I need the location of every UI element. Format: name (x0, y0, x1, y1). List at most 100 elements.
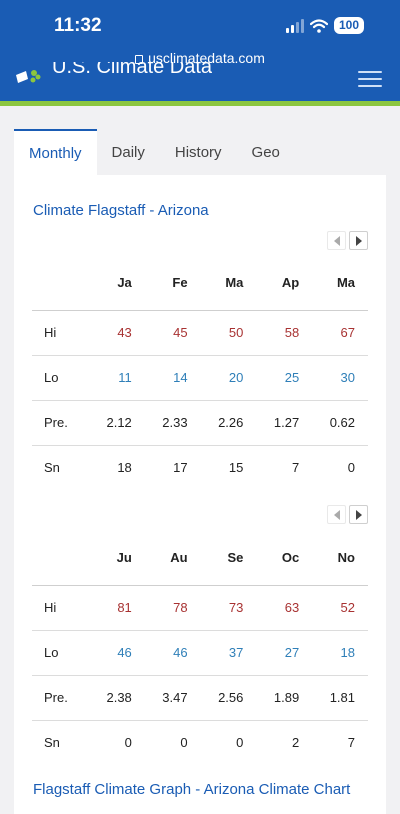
hi-value: 67 (312, 310, 368, 356)
tab-bar: Monthly Daily History Geo (14, 129, 386, 175)
table-row-pre: Pre. 2.38 3.47 2.56 1.89 1.81 (32, 675, 368, 721)
sn-value: 0 (124, 735, 132, 751)
pre-value: 1.81 (312, 675, 368, 721)
chevron-left-icon (333, 509, 340, 520)
status-time: 11:32 (54, 15, 102, 36)
pre-value: 2.56 (200, 675, 257, 721)
sn-value: 18 (117, 460, 132, 476)
hi-value: 58 (256, 310, 313, 356)
lo-value: 37 (200, 630, 257, 676)
sn-value: 2 (291, 735, 300, 751)
chevron-right-icon (355, 509, 362, 520)
status-icons: 100 (285, 17, 364, 34)
hi-value: 78 (144, 585, 201, 631)
tab-history[interactable]: History (160, 129, 237, 175)
prev-button[interactable] (327, 505, 346, 524)
table-row-lo: Lo 46 46 37 27 18 (32, 630, 368, 676)
content-card: Climate Flagstaff - Arizona Ja Fe Ma Ap … (14, 175, 386, 814)
hi-value: 50 (200, 310, 257, 356)
next-button[interactable] (349, 231, 368, 250)
month-header: No (312, 530, 368, 586)
row-label: Lo (32, 355, 89, 401)
month-header: Ap (256, 255, 313, 311)
sn-value: 0 (180, 735, 188, 751)
sn-value: 7 (291, 460, 300, 476)
hi-value: 52 (312, 585, 368, 631)
pre-value: 2.12 (89, 400, 145, 446)
lo-value: 14 (144, 355, 201, 401)
climate-table-jan-may: Ja Fe Ma Ap Ma Hi 43 45 50 58 67 Lo 11 1… (32, 255, 368, 490)
month-header: Se (200, 530, 257, 586)
pre-value: 2.38 (89, 675, 145, 721)
sn-value: 15 (228, 460, 244, 476)
hi-value: 81 (89, 585, 145, 631)
header-accent-bar (0, 101, 400, 106)
table-row-sn: Sn 18 17 15 7 0 (32, 445, 368, 490)
sn-value: 0 (347, 460, 355, 476)
lo-value: 11 (89, 355, 145, 401)
lo-value: 18 (312, 630, 368, 676)
pre-value: 1.27 (256, 400, 313, 446)
table-header-row: Ju Au Se Oc No (32, 530, 368, 586)
graph-section-title: Flagstaff Climate Graph - Arizona Climat… (33, 781, 351, 798)
sn-value: 17 (173, 460, 188, 476)
pre-value: 2.26 (200, 400, 257, 446)
sn-value: 0 (236, 735, 244, 751)
tab-daily[interactable]: Daily (97, 129, 160, 175)
hi-value: 63 (256, 585, 313, 631)
climate-table-jun-nov: Ju Au Se Oc No Hi 81 78 73 63 52 Lo 46 4… (32, 530, 368, 765)
pre-value: 3.47 (144, 675, 201, 721)
lo-value: 25 (256, 355, 313, 401)
pre-value: 2.33 (144, 400, 201, 446)
month-header: Ma (312, 255, 368, 311)
top-bar: 11:32 100 usclimatedata.com U.S. Climate… (0, 0, 400, 103)
pre-value: 1.89 (256, 675, 313, 721)
chevron-right-icon (355, 235, 362, 246)
hi-value: 73 (200, 585, 257, 631)
hi-value: 43 (89, 310, 145, 356)
table-row-pre: Pre. 2.12 2.33 2.26 1.27 0.62 (32, 400, 368, 446)
tab-monthly[interactable]: Monthly (14, 129, 97, 175)
row-label: Pre. (32, 675, 89, 721)
prev-button[interactable] (327, 231, 346, 250)
next-button[interactable] (349, 505, 368, 524)
row-label: Sn (44, 460, 60, 476)
lo-value: 30 (312, 355, 368, 401)
table-row-lo: Lo 11 14 20 25 30 (32, 355, 368, 401)
row-label: Hi (32, 310, 89, 356)
month-header: Fe (144, 255, 201, 311)
sn-value: 7 (347, 735, 355, 751)
table1-pager (327, 231, 368, 250)
site-title[interactable]: U.S. Climate Data (52, 62, 212, 84)
lo-value: 46 (89, 630, 145, 676)
lo-value: 27 (256, 630, 313, 676)
table-row-hi: Hi 81 78 73 63 52 (32, 585, 368, 631)
month-header: Au (144, 530, 201, 586)
header-spacer (32, 530, 89, 586)
tab-geo[interactable]: Geo (237, 129, 295, 175)
row-label: Hi (32, 585, 89, 631)
battery-indicator: 100 (333, 17, 364, 34)
header-spacer (32, 255, 89, 311)
row-label: Lo (32, 630, 89, 676)
cellular-signal-icon (285, 18, 304, 33)
row-label: Sn (44, 735, 60, 751)
site-logo-icon[interactable] (14, 67, 42, 87)
table-row-sn: Sn 0 0 0 2 7 (32, 720, 368, 765)
row-label: Pre. (32, 400, 89, 446)
month-header: Ju (89, 530, 145, 586)
wifi-icon (309, 18, 328, 33)
month-header: Oc (256, 530, 313, 586)
hi-value: 45 (144, 310, 201, 356)
table-row-hi: Hi 43 45 50 58 67 (32, 310, 368, 356)
month-header: Ja (89, 255, 145, 311)
table-header-row: Ja Fe Ma Ap Ma (32, 255, 368, 311)
month-header: Ma (200, 255, 257, 311)
lo-value: 20 (200, 355, 257, 401)
chevron-left-icon (333, 235, 340, 246)
pre-value: 0.62 (312, 400, 368, 446)
section-title: Climate Flagstaff - Arizona (33, 202, 209, 219)
table2-pager (327, 505, 368, 524)
menu-icon[interactable] (358, 71, 382, 87)
lo-value: 46 (144, 630, 201, 676)
